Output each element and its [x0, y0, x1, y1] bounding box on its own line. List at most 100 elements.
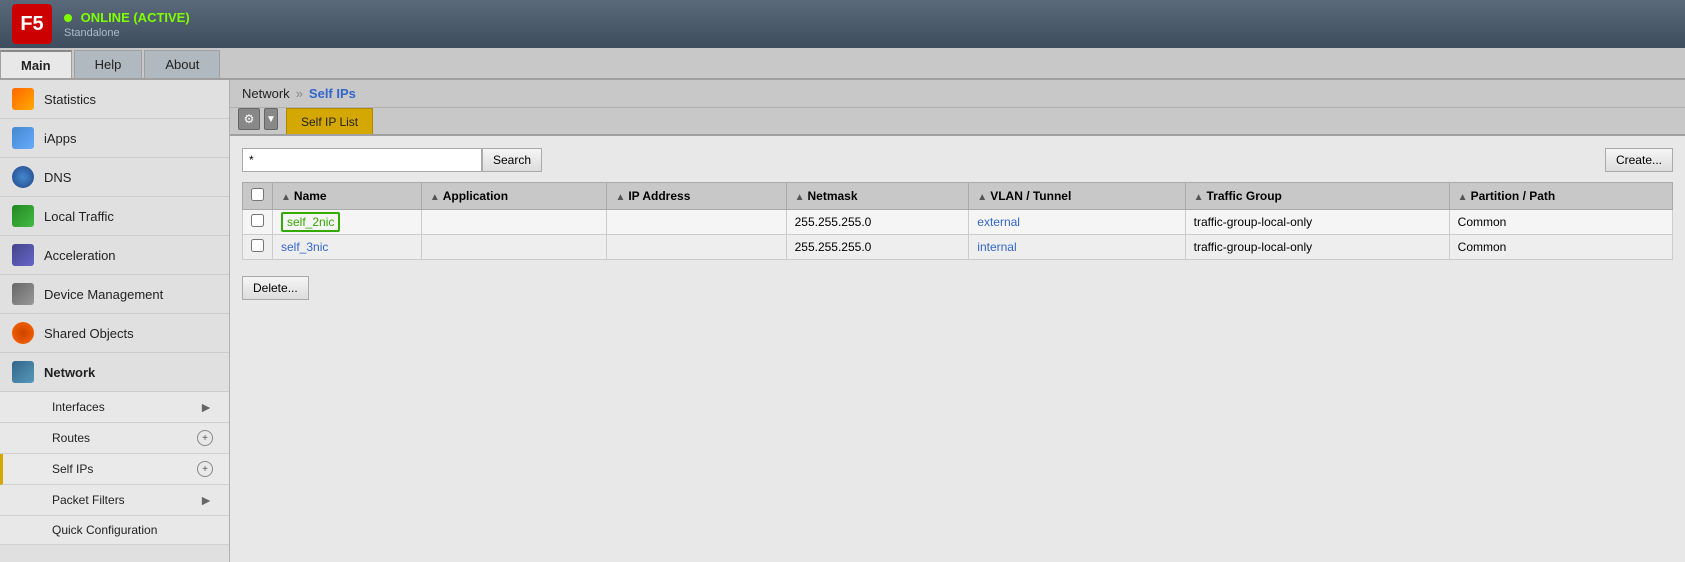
sharedobjs-icon: [12, 322, 34, 344]
status-info: ONLINE (ACTIVE) Standalone: [64, 10, 190, 39]
inner-content: Search Create... ▲Name ▲Application ▲IP …: [230, 136, 1685, 562]
row2-checkbox-cell: [243, 235, 273, 260]
sidebar-item-device-management[interactable]: Device Management: [0, 275, 229, 314]
sidebar-item-local-traffic[interactable]: Local Traffic: [0, 197, 229, 236]
f5-logo: F5: [12, 4, 52, 44]
col-header-name: ▲Name: [273, 183, 422, 210]
row1-checkbox-cell: [243, 210, 273, 235]
sidebar-label-iapps: iApps: [44, 131, 77, 146]
breadcrumb: Network » Self IPs: [230, 80, 1685, 108]
vlan-sort-icon: ▲: [977, 192, 987, 203]
row2-vlan-cell: internal: [969, 235, 1185, 260]
sidebar-subitem-selfips[interactable]: Self IPs +: [0, 454, 229, 485]
gear-button[interactable]: ⚙: [238, 108, 260, 130]
status-dot: [64, 14, 72, 22]
sidebar-subitem-packetfilters[interactable]: Packet Filters ►: [0, 485, 229, 516]
row1-ip-cell: [607, 210, 786, 235]
interfaces-label: Interfaces: [52, 400, 105, 414]
tab-main[interactable]: Main: [0, 50, 72, 78]
search-button[interactable]: Search: [482, 148, 542, 172]
sidebar-section-network[interactable]: Network: [0, 353, 229, 392]
packetfilters-label: Packet Filters: [52, 493, 125, 507]
dropdown-arrow-icon[interactable]: ▼: [264, 108, 278, 130]
table-row: self_3nic 255.255.255.0 internal traffic…: [243, 235, 1673, 260]
pp-sort-icon: ▲: [1458, 192, 1468, 203]
breadcrumb-network: Network: [242, 86, 290, 101]
sidebar: Statistics iApps DNS Local Traffic Accel…: [0, 80, 230, 562]
col-header-netmask: ▲Netmask: [786, 183, 969, 210]
iapps-icon: [12, 127, 34, 149]
create-button[interactable]: Create...: [1605, 148, 1673, 172]
sidebar-item-statistics[interactable]: Statistics: [0, 80, 229, 119]
row1-partition-cell: Common: [1449, 210, 1672, 235]
content-area: Network » Self IPs ⚙ ▼ Self IP List Sear…: [230, 80, 1685, 562]
sidebar-label-network: Network: [44, 365, 95, 380]
dns-icon: [12, 166, 34, 188]
tab-help[interactable]: Help: [74, 50, 143, 78]
sidebar-subitem-interfaces[interactable]: Interfaces ►: [0, 392, 229, 423]
app-sort-icon: ▲: [430, 192, 440, 203]
delete-button[interactable]: Delete...: [242, 276, 309, 300]
network-icon: [12, 361, 34, 383]
sidebar-label-statistics: Statistics: [44, 92, 96, 107]
selfips-circle-icon: +: [197, 461, 213, 477]
nav-tabs: Main Help About: [0, 48, 1685, 80]
col-header-partition-path: ▲Partition / Path: [1449, 183, 1672, 210]
main-layout: Statistics iApps DNS Local Traffic Accel…: [0, 80, 1685, 562]
row2-netmask-cell: 255.255.255.0: [786, 235, 969, 260]
search-input[interactable]: [242, 148, 482, 172]
sidebar-label-local-traffic: Local Traffic: [44, 209, 114, 224]
ip-sort-icon: ▲: [615, 192, 625, 203]
sidebar-label-dns: DNS: [44, 170, 71, 185]
acceleration-icon: [12, 244, 34, 266]
status-online: ONLINE (ACTIVE): [64, 10, 190, 25]
packetfilters-arrow-icon: ►: [199, 492, 213, 508]
row1-name-link[interactable]: self_2nic: [281, 212, 340, 232]
sidebar-label-shared-objects: Shared Objects: [44, 326, 134, 341]
sidebar-label-acceleration: Acceleration: [44, 248, 116, 263]
localtraffic-icon: [12, 205, 34, 227]
col-header-traffic-group: ▲Traffic Group: [1185, 183, 1449, 210]
row2-vlan-link[interactable]: internal: [977, 240, 1016, 254]
row1-application-cell: [421, 210, 607, 235]
stats-icon: [12, 88, 34, 110]
routes-circle-icon: +: [197, 430, 213, 446]
row1-vlan-cell: external: [969, 210, 1185, 235]
row1-checkbox[interactable]: [251, 214, 264, 227]
row2-checkbox[interactable]: [251, 239, 264, 252]
sidebar-item-shared-objects[interactable]: Shared Objects: [0, 314, 229, 353]
col-header-ip-address: ▲IP Address: [607, 183, 786, 210]
sidebar-item-dns[interactable]: DNS: [0, 158, 229, 197]
sidebar-network-subitems: Interfaces ► Routes + Self IPs + Packet …: [0, 392, 229, 545]
breadcrumb-separator: »: [296, 86, 303, 101]
self-ip-table: ▲Name ▲Application ▲IP Address ▲Netmask …: [242, 182, 1673, 260]
table-row: self_2nic 255.255.255.0 external traffic…: [243, 210, 1673, 235]
sidebar-subitem-routes[interactable]: Routes +: [0, 423, 229, 454]
sidebar-label-device-management: Device Management: [44, 287, 163, 302]
netmask-sort-icon: ▲: [795, 192, 805, 203]
sidebar-item-acceleration[interactable]: Acceleration: [0, 236, 229, 275]
interfaces-arrow-icon: ►: [199, 399, 213, 415]
row2-name-link[interactable]: self_3nic: [281, 240, 328, 254]
row2-ip-cell: [607, 235, 786, 260]
row2-name-cell: self_3nic: [273, 235, 422, 260]
devicemgmt-icon: [12, 283, 34, 305]
routes-label: Routes: [52, 431, 90, 445]
row1-netmask-cell: 255.255.255.0: [786, 210, 969, 235]
table-actions: Delete...: [242, 268, 1673, 300]
search-row: Search Create...: [242, 148, 1673, 172]
col-header-checkbox: [243, 183, 273, 210]
header-bar: F5 ONLINE (ACTIVE) Standalone: [0, 0, 1685, 48]
status-standalone: Standalone: [64, 27, 190, 39]
sidebar-subitem-quickconfig[interactable]: Quick Configuration: [0, 516, 229, 545]
tab-self-ip-list[interactable]: Self IP List: [286, 108, 373, 134]
tab-about[interactable]: About: [144, 50, 220, 78]
row1-vlan-link[interactable]: external: [977, 215, 1020, 229]
row1-name-cell: self_2nic: [273, 210, 422, 235]
select-all-checkbox[interactable]: [251, 188, 264, 201]
row2-partition-cell: Common: [1449, 235, 1672, 260]
sidebar-item-iapps[interactable]: iApps: [0, 119, 229, 158]
col-header-application: ▲Application: [421, 183, 607, 210]
breadcrumb-selfips: Self IPs: [309, 86, 356, 101]
tg-sort-icon: ▲: [1194, 192, 1204, 203]
